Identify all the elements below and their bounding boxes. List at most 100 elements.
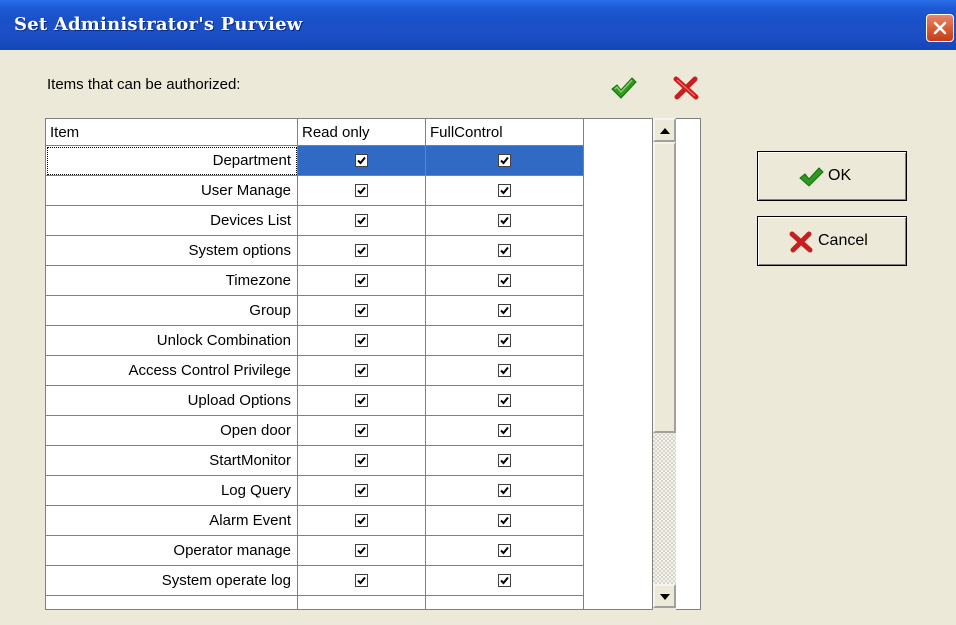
table-row[interactable]: Unlock Combination (46, 326, 584, 356)
table-row[interactable]: Alarm Event (46, 506, 584, 536)
item-name-cell[interactable]: System operate log (46, 566, 298, 596)
read-only-cell[interactable] (298, 356, 426, 386)
full-control-cell[interactable] (426, 446, 584, 476)
table-row[interactable]: Operator manage (46, 536, 584, 566)
read-only-checkbox[interactable] (354, 243, 368, 257)
item-name-cell[interactable]: Open door (46, 416, 298, 446)
full-control-cell[interactable] (426, 236, 584, 266)
item-name-cell[interactable]: Operator manage (46, 536, 298, 566)
uncheck-all-button[interactable] (672, 75, 700, 101)
item-name-cell[interactable]: Alarm Event (46, 506, 298, 536)
read-only-cell[interactable] (298, 446, 426, 476)
cancel-button[interactable]: Cancel (757, 216, 907, 266)
full-control-checkbox[interactable] (497, 483, 511, 497)
full-control-checkbox[interactable] (497, 333, 511, 347)
full-control-checkbox[interactable] (497, 423, 511, 437)
full-control-checkbox[interactable] (497, 153, 511, 167)
full-control-checkbox[interactable] (497, 273, 511, 287)
read-only-cell[interactable] (298, 326, 426, 356)
full-control-cell[interactable] (426, 356, 584, 386)
permissions-table[interactable]: Item Read only FullControl Department Use… (45, 118, 701, 610)
read-only-cell[interactable] (298, 236, 426, 266)
read-only-checkbox[interactable] (354, 573, 368, 587)
read-only-cell[interactable] (298, 206, 426, 236)
full-control-checkbox[interactable] (497, 573, 511, 587)
table-row[interactable]: Access Control Privilege (46, 356, 584, 386)
read-only-checkbox[interactable] (354, 513, 368, 527)
full-control-checkbox[interactable] (497, 543, 511, 557)
item-name-cell[interactable]: Timezone (46, 266, 298, 296)
read-only-cell[interactable] (298, 146, 426, 176)
full-control-cell[interactable] (426, 476, 584, 506)
read-only-cell[interactable] (298, 476, 426, 506)
full-control-cell[interactable] (426, 326, 584, 356)
read-only-cell[interactable] (298, 176, 426, 206)
table-row[interactable]: Group (46, 296, 584, 326)
table-row[interactable]: Log Query (46, 476, 584, 506)
read-only-checkbox[interactable] (354, 213, 368, 227)
ok-button[interactable]: OK (757, 151, 907, 201)
read-only-checkbox[interactable] (354, 363, 368, 377)
full-control-checkbox[interactable] (497, 243, 511, 257)
read-only-cell[interactable] (298, 386, 426, 416)
full-control-cell[interactable] (426, 566, 584, 596)
item-name-cell[interactable]: Access Control Privilege (46, 356, 298, 386)
item-name-cell[interactable]: System options (46, 236, 298, 266)
read-only-checkbox[interactable] (354, 393, 368, 407)
full-control-cell[interactable] (426, 536, 584, 566)
full-control-cell[interactable] (426, 266, 584, 296)
item-name-cell[interactable]: StartMonitor (46, 446, 298, 476)
full-control-checkbox[interactable] (497, 393, 511, 407)
read-only-checkbox[interactable] (354, 273, 368, 287)
read-only-checkbox[interactable] (354, 543, 368, 557)
full-control-checkbox[interactable] (497, 213, 511, 227)
full-control-cell[interactable] (426, 296, 584, 326)
item-name-cell[interactable]: Log Query (46, 476, 298, 506)
table-row[interactable]: Upload Options (46, 386, 584, 416)
check-all-button[interactable] (610, 75, 638, 101)
table-row[interactable]: Timezone (46, 266, 584, 296)
item-name-cell[interactable]: Devices List (46, 206, 298, 236)
full-control-checkbox[interactable] (497, 183, 511, 197)
table-row[interactable]: System operate log (46, 566, 584, 596)
read-only-checkbox[interactable] (354, 423, 368, 437)
read-only-cell[interactable] (298, 416, 426, 446)
table-row[interactable]: StartMonitor (46, 446, 584, 476)
read-only-checkbox[interactable] (354, 153, 368, 167)
item-name-cell[interactable]: Department (46, 146, 298, 176)
full-control-cell[interactable] (426, 386, 584, 416)
read-only-cell[interactable] (298, 506, 426, 536)
item-name-cell[interactable]: Upload Options (46, 386, 298, 416)
read-only-checkbox[interactable] (354, 483, 368, 497)
read-only-cell[interactable] (298, 296, 426, 326)
table-row[interactable]: User Manage (46, 176, 584, 206)
item-name-cell[interactable]: Group (46, 296, 298, 326)
read-only-checkbox[interactable] (354, 183, 368, 197)
close-button[interactable] (926, 14, 954, 42)
table-row[interactable]: Department (46, 146, 584, 176)
vertical-scrollbar[interactable] (652, 118, 676, 610)
column-header-full-control[interactable]: FullControl (426, 119, 584, 146)
item-name-cell[interactable]: Unlock Combination (46, 326, 298, 356)
full-control-checkbox[interactable] (497, 453, 511, 467)
scroll-down-button[interactable] (653, 584, 676, 608)
full-control-checkbox[interactable] (497, 513, 511, 527)
full-control-checkbox[interactable] (497, 303, 511, 317)
title-bar[interactable]: Set Administrator's Purview (0, 0, 956, 50)
read-only-checkbox[interactable] (354, 453, 368, 467)
full-control-cell[interactable] (426, 176, 584, 206)
column-header-read-only[interactable]: Read only (298, 119, 426, 146)
read-only-cell[interactable] (298, 566, 426, 596)
table-row[interactable]: System options (46, 236, 584, 266)
read-only-checkbox[interactable] (354, 303, 368, 317)
table-row[interactable]: Devices List (46, 206, 584, 236)
full-control-cell[interactable] (426, 506, 584, 536)
scroll-thumb[interactable] (653, 142, 676, 433)
read-only-checkbox[interactable] (354, 333, 368, 347)
full-control-cell[interactable] (426, 206, 584, 236)
scroll-up-button[interactable] (653, 118, 676, 142)
full-control-cell[interactable] (426, 416, 584, 446)
item-name-cell[interactable]: User Manage (46, 176, 298, 206)
read-only-cell[interactable] (298, 536, 426, 566)
column-header-item[interactable]: Item (46, 119, 298, 146)
